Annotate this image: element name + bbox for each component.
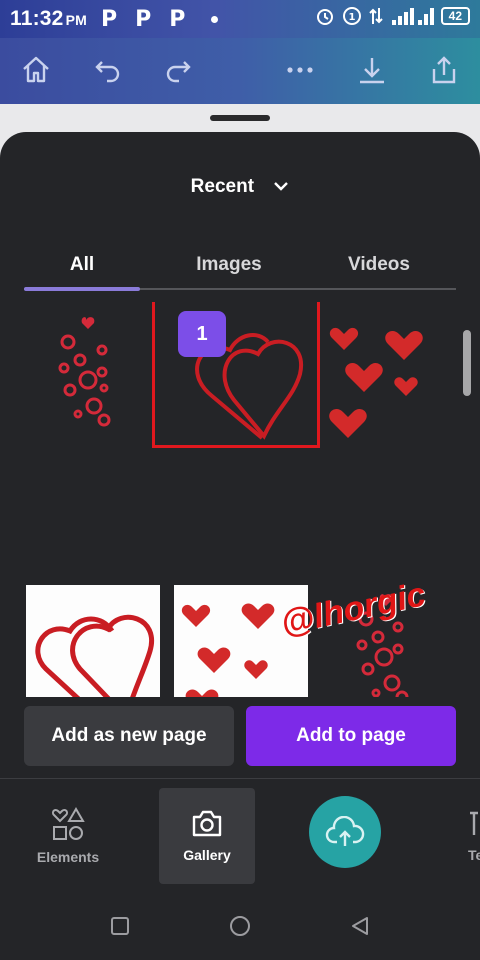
undo-button[interactable]: [88, 50, 128, 90]
bottom-nav: Elements Gallery Te: [0, 782, 480, 892]
gallery-item-hearts-bubbles[interactable]: [24, 310, 158, 444]
selection-count-badge: 1: [178, 311, 226, 357]
add-to-page-button[interactable]: Add to page: [246, 706, 456, 766]
home-button[interactable]: [16, 50, 56, 90]
nav-elements[interactable]: Elements: [20, 788, 116, 884]
cloud-upload-icon: [325, 816, 365, 846]
status-time: 11:32 PM: [10, 7, 87, 31]
system-nav-bar: [0, 892, 480, 960]
square-icon: [111, 917, 129, 935]
alarm-icon: [316, 9, 333, 25]
time-ampm: PM: [65, 12, 87, 28]
camera-icon: [192, 810, 222, 837]
paper-hearts-image: [329, 327, 423, 438]
nav-elements-label: Elements: [36, 849, 100, 865]
active-tab-indicator: [24, 287, 140, 291]
home-icon: [23, 56, 49, 83]
download-button[interactable]: [352, 50, 392, 90]
tab-all[interactable]: All: [24, 242, 140, 288]
media-grid: 1: [0, 302, 480, 697]
redo-button[interactable]: [158, 50, 198, 90]
battery-icon: 42: [440, 7, 470, 25]
back-button[interactable]: [346, 912, 374, 940]
back-triangle-icon: [352, 917, 368, 935]
more-icon: [287, 67, 313, 73]
nav-text[interactable]: Te: [444, 788, 480, 884]
arrow-pointer-icon: [140, 302, 220, 312]
gallery-sheet: Recent All Images Videos 1 @lhorgic Add …: [0, 132, 480, 960]
linked-hearts-image: [35, 614, 155, 697]
recent-dropdown[interactable]: Recent: [0, 176, 480, 198]
download-icon: [360, 58, 384, 84]
data-transfer-icon: [368, 8, 383, 24]
home-nav-button[interactable]: [226, 912, 254, 940]
undo-icon: [95, 61, 120, 83]
editor-toolbar: [0, 38, 480, 104]
share-button[interactable]: [424, 50, 464, 90]
upload-button[interactable]: [309, 796, 381, 868]
more-notifications-dot-icon: [211, 15, 219, 23]
tab-images[interactable]: Images: [164, 242, 294, 288]
tab-videos[interactable]: Videos: [314, 242, 444, 288]
gallery-item-linked-hearts[interactable]: [26, 585, 160, 697]
shapes-icon: [51, 807, 85, 840]
nav-gallery-label: Gallery: [183, 847, 231, 863]
media-tabs: All Images Videos: [24, 242, 456, 292]
sim-icon: 1: [342, 7, 361, 25]
text-icon: [470, 811, 478, 835]
recent-label: Recent: [190, 176, 255, 198]
time-text: 11:32: [10, 7, 64, 30]
nav-gallery[interactable]: Gallery: [159, 788, 255, 884]
status-indicators: 1 42: [315, 6, 470, 26]
share-icon: [432, 56, 456, 84]
app-notification-icon: P: [169, 6, 186, 32]
add-as-new-page-button[interactable]: Add as new page: [24, 706, 234, 766]
sheet-drag-handle[interactable]: [210, 115, 270, 121]
chevron-down-icon: [273, 176, 289, 198]
circle-icon: [230, 916, 250, 936]
nav-text-label: Te: [468, 847, 480, 863]
grid-scrollbar[interactable]: [463, 330, 471, 396]
recents-button[interactable]: [106, 912, 134, 940]
status-bar: 11:32 PM P P P 1 42: [0, 0, 480, 38]
heart-bubbles-image: [58, 317, 111, 427]
gallery-item-paper-hearts[interactable]: [322, 310, 456, 444]
app-notification-icon: P: [100, 6, 118, 32]
redo-icon: [166, 61, 191, 83]
more-button[interactable]: [280, 50, 320, 90]
sheet-divider: [0, 778, 480, 779]
svg-text:1: 1: [348, 12, 355, 23]
app-notification-icon: P: [135, 6, 152, 32]
signal-icon: [391, 8, 434, 25]
